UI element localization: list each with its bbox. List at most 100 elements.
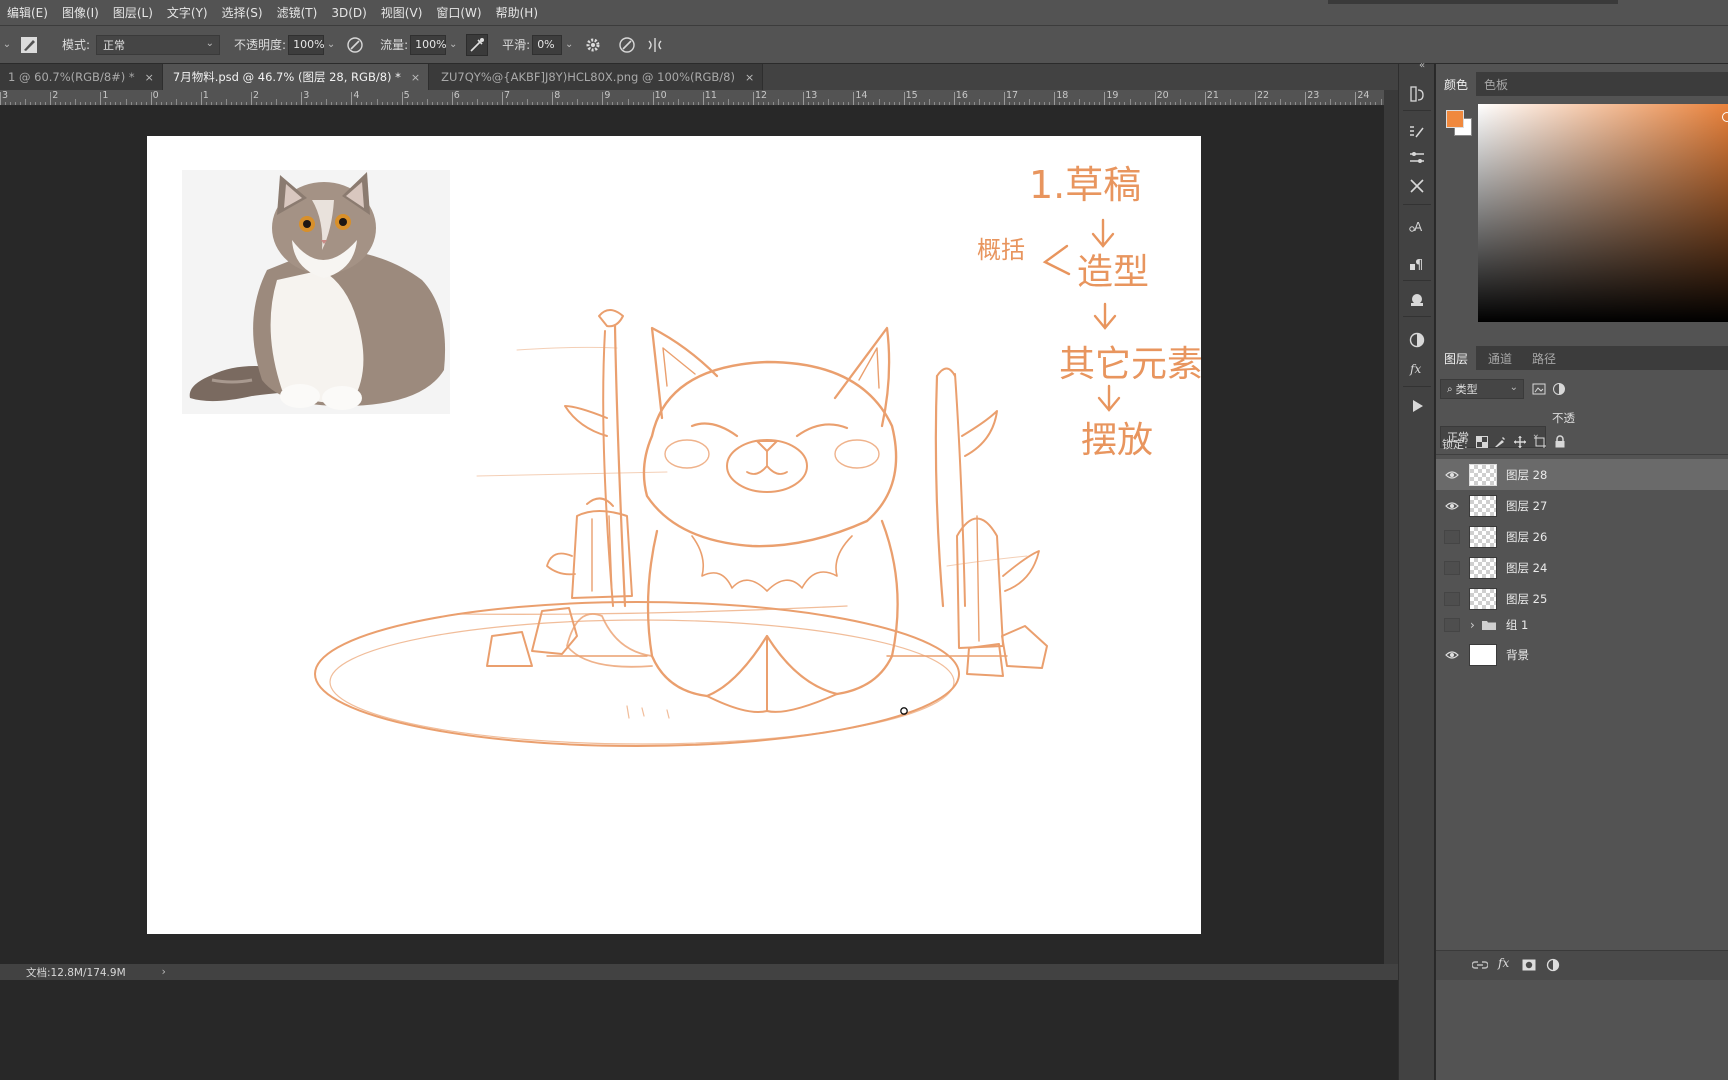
eye-icon[interactable] — [1444, 648, 1460, 662]
opacity-chevron-icon[interactable]: ⌄ — [324, 35, 338, 55]
airbrush-icon[interactable] — [466, 33, 489, 56]
lock-position-icon[interactable] — [1514, 436, 1526, 451]
actions-play-icon[interactable] — [1407, 396, 1427, 416]
ruler-minor-tick — [1229, 99, 1231, 105]
lock-pixels-icon[interactable] — [1494, 436, 1506, 451]
brush-preset-icon[interactable] — [18, 34, 40, 56]
visibility-toggle[interactable] — [1444, 560, 1460, 575]
lock-all-icon[interactable] — [1554, 435, 1566, 451]
tab-paths[interactable]: 路径 — [1524, 346, 1564, 370]
tab-channels[interactable]: 通道 — [1480, 346, 1520, 370]
tab-swatches[interactable]: 色板 — [1476, 72, 1516, 96]
chevron-right-icon[interactable]: › — [1470, 618, 1475, 632]
paragraph-icon[interactable]: ¶ — [1407, 254, 1427, 274]
close-icon[interactable]: × — [745, 71, 754, 84]
menu-bar: 编辑(E) 图像(I) 图层(L) 文字(Y) 选择(S) 滤镜(T) 3D(D… — [0, 0, 1728, 26]
tab-document-3[interactable]: ZU7QY%@{AKBF]J8Y)HCL80X.png @ 100%(RGB/8… — [429, 64, 764, 90]
document-canvas[interactable]: 1.草稿 造型 其它元素 摆放 概括 — [147, 136, 1201, 934]
image-filter-icon[interactable] — [1532, 382, 1546, 399]
flow-chevron-icon[interactable]: ⌄ — [446, 35, 460, 55]
layer-row[interactable]: 背景 — [1436, 639, 1728, 670]
layer-filter-select[interactable]: ⌕ 类型 ⌄ — [1440, 379, 1524, 399]
layer-mask-icon[interactable] — [1522, 959, 1536, 974]
layer-row[interactable]: 图层 25 — [1436, 583, 1728, 614]
layers-panel-tabs: 图层 通道 路径 — [1436, 346, 1728, 370]
layer-row[interactable]: 图层 28 — [1436, 459, 1728, 490]
menu-layer[interactable]: 图层(L) — [106, 0, 160, 26]
tab-document-active[interactable]: 7月物料.psd @ 46.7% (图层 28, RGB/8) * × — [162, 64, 430, 90]
adjustment-layer-icon[interactable] — [1546, 958, 1560, 975]
visibility-toggle[interactable] — [1444, 618, 1460, 632]
tab-label: 7月物料.psd @ 46.7% (图层 28, RGB/8) * — [172, 70, 401, 84]
tab-document-1[interactable]: 1 @ 60.7%(RGB/8#) * × — [0, 64, 163, 90]
ruler-tick — [150, 92, 152, 105]
tab-label: ZU7QY%@{AKBF]J8Y)HCL80X.png @ 100%(RGB/8… — [441, 70, 735, 84]
color-picker-cursor[interactable] — [1722, 112, 1728, 122]
note-shape: 造型 — [1077, 252, 1149, 293]
history-icon[interactable] — [1407, 84, 1427, 104]
libraries-icon[interactable] — [1407, 290, 1427, 310]
eye-icon[interactable] — [1444, 468, 1460, 482]
gear-icon[interactable] — [582, 34, 604, 56]
close-icon[interactable]: × — [145, 71, 154, 84]
menu-image[interactable]: 图像(I) — [55, 0, 106, 26]
menu-type[interactable]: 文字(Y) — [160, 0, 215, 26]
ruler-minor-tick — [577, 99, 579, 105]
mode-select[interactable]: 正常 ⌄ — [96, 34, 221, 55]
menu-edit[interactable]: 编辑(E) — [0, 0, 55, 26]
note-draft: 1.草稿 — [1029, 163, 1141, 207]
ruler-tick — [652, 92, 654, 105]
menu-filter[interactable]: 滤镜(T) — [270, 0, 325, 26]
smoothing-chevron-icon[interactable]: ⌄ — [562, 35, 576, 55]
panel-icon-strip: « A ¶ fx — [1398, 60, 1434, 1080]
symmetry-icon[interactable] — [644, 34, 666, 56]
layer-name: 背景 — [1506, 647, 1529, 662]
character-icon[interactable]: A — [1407, 216, 1427, 236]
layer-style-fx-icon[interactable]: fx — [1498, 956, 1509, 970]
layer-row[interactable]: 图层 24 — [1436, 552, 1728, 583]
tab-layers[interactable]: 图层 — [1436, 346, 1477, 370]
tab-color[interactable]: 颜色 — [1436, 72, 1477, 96]
ruler-tick — [50, 92, 52, 105]
adjustments-icon[interactable] — [1407, 148, 1427, 168]
close-icon[interactable]: × — [411, 71, 420, 84]
status-menu-arrow[interactable]: › — [162, 966, 166, 978]
lock-artboard-icon[interactable] — [1534, 436, 1546, 451]
tools-icon[interactable] — [1407, 176, 1427, 196]
smoothing-input[interactable]: 0% — [532, 34, 563, 55]
foreground-color-swatch[interactable] — [1446, 110, 1464, 128]
collapse-panels-icon[interactable]: « — [1419, 60, 1425, 71]
adjustments-circle-icon[interactable] — [1407, 330, 1427, 350]
visibility-toggle[interactable] — [1444, 529, 1460, 544]
layer-group-row[interactable]: › 组 1 — [1436, 613, 1728, 637]
layer-row[interactable]: 图层 26 — [1436, 521, 1728, 552]
adjustment-filter-icon[interactable] — [1552, 382, 1566, 399]
ruler-tick — [502, 92, 503, 105]
menu-window[interactable]: 窗口(W) — [429, 0, 488, 26]
menu-3d[interactable]: 3D(D) — [324, 0, 373, 26]
opacity-input[interactable]: 100% — [288, 34, 325, 55]
ruler-tick-label: 5 — [403, 90, 410, 101]
menu-help[interactable]: 帮助(H) — [489, 0, 545, 26]
link-layers-icon[interactable] — [1471, 959, 1489, 974]
menu-select[interactable]: 选择(S) — [215, 0, 270, 26]
lock-transparency-icon[interactable] — [1476, 436, 1488, 451]
vertical-scrollbar[interactable] — [1384, 90, 1398, 964]
ruler-tick — [803, 92, 805, 105]
ruler-tick — [903, 92, 905, 105]
flow-input[interactable]: 100% — [410, 34, 447, 55]
styles-fx-icon[interactable]: fx — [1407, 358, 1427, 378]
visibility-toggle[interactable] — [1444, 591, 1460, 606]
pressure-size-icon[interactable] — [616, 34, 638, 56]
horizontal-ruler[interactable]: 3 2 1 0 1 2 3 4 5 6 7 8 9 10 11 12 13 14 15 16 17 18 19 20 21 22 2… — [0, 90, 1384, 106]
menu-view[interactable]: 视图(V) — [374, 0, 430, 26]
layer-row[interactable]: 图层 27 — [1436, 490, 1728, 521]
tool-preset-chevron-icon[interactable]: ⌄ — [0, 35, 14, 55]
smoothing-label: 平滑: — [502, 38, 531, 52]
color-picker-field[interactable] — [1478, 104, 1728, 322]
brush-settings-icon[interactable] — [1407, 122, 1427, 142]
mode-value: 正常 — [103, 38, 126, 52]
chevron-down-icon: ⌄ — [205, 37, 215, 49]
pressure-opacity-icon[interactable] — [344, 34, 366, 56]
eye-icon[interactable] — [1444, 499, 1460, 513]
